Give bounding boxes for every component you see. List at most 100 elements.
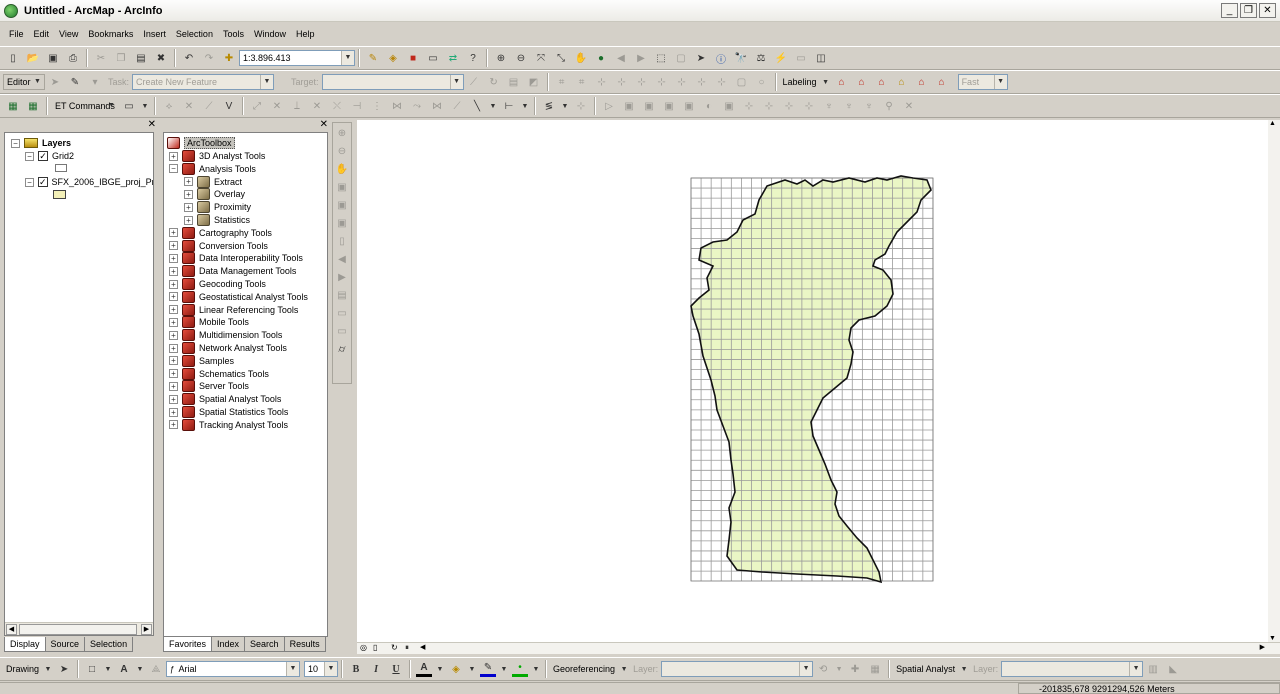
histogram-icon[interactable]: ▥ bbox=[1145, 661, 1161, 677]
close-button[interactable]: ✕ bbox=[1259, 3, 1276, 18]
close-icon[interactable]: ✕ bbox=[320, 119, 328, 130]
chevron-down-icon[interactable]: ▼ bbox=[341, 51, 354, 65]
select-elements-icon[interactable]: ➤ bbox=[56, 661, 72, 677]
toolbox-item[interactable]: + Extract bbox=[184, 175, 242, 188]
view-link-table-icon[interactable]: ▦ bbox=[867, 661, 883, 677]
collapse-icon[interactable]: − bbox=[25, 151, 34, 161]
georeferencing-menu[interactable]: Georeferencing bbox=[550, 664, 618, 674]
chevron-down-icon[interactable]: ▼ bbox=[561, 98, 569, 114]
minimize-button[interactable]: _ bbox=[1221, 3, 1238, 18]
topology-icon-2[interactable]: ⌗ bbox=[574, 74, 590, 90]
scroll-right-icon[interactable]: ▶ bbox=[141, 624, 152, 635]
tab-search[interactable]: Search bbox=[244, 637, 285, 652]
et-icon-1[interactable]: ▦ bbox=[5, 98, 21, 114]
scroll-up-icon[interactable]: ▲ bbox=[1269, 120, 1276, 127]
layout-view-icon[interactable]: ▯ bbox=[373, 643, 377, 652]
chevron-down-icon[interactable]: ▼ bbox=[31, 75, 44, 89]
open-icon[interactable]: 📂 bbox=[25, 50, 41, 66]
refresh-icon[interactable]: ↻ bbox=[391, 643, 398, 652]
layer-sfx[interactable]: − ✓ SFX_2006_IBGE_proj_Pr bbox=[25, 176, 153, 188]
back-icon[interactable]: ◀ bbox=[613, 50, 629, 66]
new-icon[interactable]: ▯ bbox=[5, 50, 21, 66]
fill-color-icon[interactable]: ◈ bbox=[448, 661, 464, 677]
editor-toolbar-icon[interactable]: ✎ bbox=[365, 50, 381, 66]
topology-icon-3[interactable]: ⊹ bbox=[594, 74, 610, 90]
cut-icon[interactable]: ✂ bbox=[93, 50, 109, 66]
et-tool-11-icon[interactable]: ⋮ bbox=[369, 98, 385, 114]
rotate-georef-icon[interactable]: ⟲ bbox=[815, 661, 831, 677]
et-tool-33-icon[interactable]: ✕ bbox=[901, 98, 917, 114]
toolbox-item[interactable]: + Conversion Tools bbox=[169, 239, 268, 252]
label-manager-icon[interactable]: ⌂ bbox=[834, 74, 850, 90]
et-commands-menu[interactable]: ET Commands ▼ bbox=[51, 98, 119, 114]
zoom-in-icon[interactable]: ⊕ bbox=[334, 125, 350, 141]
collapse-icon[interactable]: − bbox=[11, 138, 20, 148]
menu-help[interactable]: Help bbox=[291, 29, 320, 39]
add-data-icon[interactable]: ✚ bbox=[221, 50, 237, 66]
et-tool-24-icon[interactable]: ▣ bbox=[721, 98, 737, 114]
layer-grid2[interactable]: − ✓ Grid2 bbox=[25, 150, 74, 162]
pause-drawing-icon[interactable]: ⏸ bbox=[405, 643, 409, 653]
lock-labels-icon[interactable]: ⌂ bbox=[894, 74, 910, 90]
expand-icon[interactable]: + bbox=[169, 151, 178, 161]
paste-icon[interactable]: ▤ bbox=[133, 50, 149, 66]
page-width-icon[interactable]: ▭ bbox=[334, 323, 350, 339]
fixed-zoom-icon[interactable]: ▣ bbox=[334, 197, 350, 213]
et-tool-17-icon[interactable]: ⊹ bbox=[573, 98, 589, 114]
expand-icon[interactable]: + bbox=[169, 356, 178, 366]
expand-icon[interactable]: + bbox=[169, 241, 178, 251]
labeling-menu[interactable]: Labeling bbox=[780, 77, 820, 87]
tab-favorites[interactable]: Favorites bbox=[163, 637, 213, 652]
et-tool-31-icon[interactable]: ♆ bbox=[861, 98, 877, 114]
menu-selection[interactable]: Selection bbox=[171, 29, 218, 39]
expand-icon[interactable]: + bbox=[169, 381, 178, 391]
view-unplaced-icon[interactable]: ⌂ bbox=[934, 74, 950, 90]
expand-icon[interactable]: + bbox=[169, 228, 178, 238]
tab-source[interactable]: Source bbox=[44, 637, 86, 652]
fast-combo[interactable]: Fast ▼ bbox=[957, 74, 1008, 90]
et-tool-4-icon[interactable]: V bbox=[221, 98, 237, 114]
copy-icon[interactable]: ❐ bbox=[113, 50, 129, 66]
expand-icon[interactable]: + bbox=[169, 343, 178, 353]
topology-icon-1[interactable]: ⌗ bbox=[554, 74, 570, 90]
et-tool-6-icon[interactable]: ✕ bbox=[269, 98, 285, 114]
et-tool-16-icon[interactable]: ≶ bbox=[541, 98, 557, 114]
find-icon[interactable]: 🔭 bbox=[733, 50, 749, 66]
et-line-icon[interactable]: ╲ bbox=[469, 98, 485, 114]
et-tool-9-icon[interactable]: ⤬ bbox=[329, 98, 345, 114]
expand-icon[interactable]: + bbox=[184, 177, 193, 187]
marker-color-icon[interactable]: • bbox=[512, 661, 529, 677]
zoom-out-icon[interactable]: ⊖ bbox=[334, 143, 350, 159]
menu-file[interactable]: File bbox=[4, 29, 29, 39]
sketch-tool-icon[interactable]: ✎ bbox=[67, 74, 83, 90]
fixed-zoom-out-icon[interactable]: ⤡ bbox=[553, 50, 569, 66]
et-tool-10-icon[interactable]: ⊣ bbox=[349, 98, 365, 114]
chevron-down-icon[interactable]: ▼ bbox=[324, 662, 338, 676]
time-slider-icon[interactable]: ◫ bbox=[813, 50, 829, 66]
chevron-down-icon[interactable]: ▼ bbox=[489, 98, 497, 114]
layer-visibility-checkbox[interactable]: ✓ bbox=[38, 151, 48, 161]
pause-labels-icon[interactable]: ⌂ bbox=[914, 74, 930, 90]
close-icon[interactable]: ✕ bbox=[148, 119, 156, 130]
chevron-down-icon[interactable]: ▼ bbox=[620, 661, 628, 677]
menu-bookmarks[interactable]: Bookmarks bbox=[83, 29, 138, 39]
sketch-dropdown-icon[interactable]: ▾ bbox=[87, 74, 103, 90]
chevron-down-icon[interactable]: ▼ bbox=[822, 74, 830, 90]
et-tool-21-icon[interactable]: ▣ bbox=[661, 98, 677, 114]
et-tool-15-icon[interactable]: ⟋ bbox=[449, 98, 465, 114]
font-size-combo[interactable]: 10 ▼ bbox=[304, 661, 339, 677]
add-control-points-icon[interactable]: ✚ bbox=[847, 661, 863, 677]
forward-icon[interactable]: ▶ bbox=[633, 50, 649, 66]
expand-icon[interactable]: + bbox=[169, 266, 178, 276]
back-icon[interactable]: ◀ bbox=[334, 251, 350, 267]
et-width-icon[interactable]: ⊢ bbox=[501, 98, 517, 114]
zoom-whole-icon[interactable]: ▯ bbox=[334, 233, 350, 249]
drawing-menu[interactable]: Drawing bbox=[3, 664, 42, 674]
model-builder-icon[interactable]: ⇄ bbox=[445, 50, 461, 66]
toolbox-item[interactable]: + Server Tools bbox=[169, 380, 249, 393]
label-priority-icon[interactable]: ⌂ bbox=[854, 74, 870, 90]
restore-button[interactable]: ❐ bbox=[1240, 3, 1257, 18]
scale-combo[interactable]: 1:3.896.413 ▼ bbox=[239, 50, 355, 66]
measure-icon[interactable]: ⚖ bbox=[753, 50, 769, 66]
pan-icon[interactable]: ✋ bbox=[334, 161, 350, 177]
